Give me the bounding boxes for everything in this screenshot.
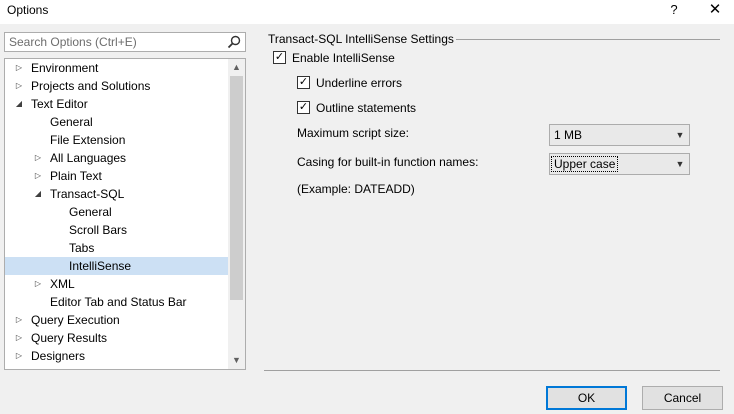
underline-errors-label: Underline errors — [316, 76, 403, 90]
tree-item-designers[interactable]: ▷ Designers — [5, 347, 228, 365]
expand-arrow-icon[interactable]: ▷ — [14, 347, 24, 365]
tree-item-label: Query Results — [31, 331, 108, 345]
title-bar: Options ? ✕ — [0, 0, 734, 24]
tree-item-intellisense[interactable]: IntelliSense — [5, 257, 228, 275]
tree-item-projects-and-solutions[interactable]: ▷ Projects and Solutions — [5, 77, 228, 95]
close-button[interactable]: ✕ — [700, 0, 730, 22]
tree-item-label: Tabs — [69, 241, 95, 255]
expand-arrow-icon[interactable]: ▷ — [33, 275, 43, 293]
tree-item-label: Projects and Solutions — [31, 79, 151, 93]
casing-value: Upper case — [550, 156, 619, 172]
checkbox-check-icon[interactable]: ✓ — [297, 76, 310, 89]
tree-item-general[interactable]: General — [5, 113, 228, 131]
section-title: Transact-SQL IntelliSense Settings — [268, 32, 454, 46]
tree-item-tsql-general[interactable]: General — [5, 203, 228, 221]
expand-arrow-icon[interactable]: ▷ — [14, 329, 24, 347]
tree-item-label: All Languages — [50, 151, 127, 165]
bottom-divider — [264, 370, 720, 371]
tree-item-editor-tab-and-status-bar[interactable]: Editor Tab and Status Bar — [5, 293, 228, 311]
tree-item-label: IntelliSense — [69, 259, 132, 273]
scroll-down-icon[interactable]: ▼ — [228, 352, 245, 369]
tree-item-label: Text Editor — [31, 97, 88, 111]
tree-item-xml[interactable]: ▷ XML — [5, 275, 228, 293]
tree-item-label: XML — [50, 277, 75, 291]
tree-item-label: General — [69, 205, 112, 219]
tree-item-label: File Extension — [50, 133, 126, 147]
ok-button[interactable]: OK — [546, 386, 627, 410]
max-script-size-select[interactable]: 1 MB ▼ — [549, 124, 690, 146]
tree-item-query-execution[interactable]: ▷ Query Execution — [5, 311, 228, 329]
tree-item-label: Scroll Bars — [69, 223, 128, 237]
enable-intellisense-label: Enable IntelliSense — [292, 51, 395, 65]
tree-item-query-results[interactable]: ▷ Query Results — [5, 329, 228, 347]
tree-scrollbar[interactable]: ▲ ▼ — [228, 59, 245, 369]
checkbox-check-icon[interactable]: ✓ — [273, 51, 286, 64]
search-icon[interactable] — [226, 34, 242, 50]
max-script-size-value: 1 MB — [554, 128, 583, 142]
tree-item-transact-sql[interactable]: ◢ Transact-SQL — [5, 185, 228, 203]
tree-item-text-editor[interactable]: ◢ Text Editor — [5, 95, 228, 113]
checkbox-check-icon[interactable]: ✓ — [297, 101, 310, 114]
casing-label: Casing for built-in function names: — [297, 155, 479, 169]
tree-item-label: Plain Text — [50, 169, 102, 183]
chevron-down-icon[interactable]: ▼ — [675, 128, 685, 142]
expand-arrow-icon[interactable]: ▷ — [33, 149, 43, 167]
scroll-up-icon[interactable]: ▲ — [228, 59, 245, 76]
outline-statements-label: Outline statements — [316, 101, 417, 115]
expand-arrow-icon[interactable]: ▷ — [14, 59, 24, 77]
tree-item-label: Environment — [31, 61, 99, 75]
expand-arrow-icon[interactable]: ▷ — [33, 167, 43, 185]
window-title: Options — [7, 3, 49, 17]
max-script-size-label: Maximum script size: — [297, 126, 410, 140]
options-tree[interactable]: ▷ Environment ▷ Projects and Solutions ◢… — [4, 58, 246, 370]
tree-item-all-languages[interactable]: ▷ All Languages — [5, 149, 228, 167]
chevron-down-icon[interactable]: ▼ — [675, 157, 685, 171]
collapse-arrow-icon[interactable]: ◢ — [14, 95, 24, 113]
tree-item-scroll-bars[interactable]: Scroll Bars — [5, 221, 228, 239]
tree-item-label: Query Execution — [31, 313, 120, 327]
cancel-button[interactable]: Cancel — [642, 386, 723, 410]
expand-arrow-icon[interactable]: ▷ — [14, 77, 24, 95]
casing-select[interactable]: Upper case ▼ — [549, 153, 690, 175]
tree-item-label: Editor Tab and Status Bar — [50, 295, 187, 309]
search-placeholder: Search Options (Ctrl+E) — [9, 35, 137, 49]
tree-item-label: General — [50, 115, 93, 129]
help-button[interactable]: ? — [660, 0, 688, 22]
section-divider — [456, 39, 720, 40]
search-input[interactable]: Search Options (Ctrl+E) — [4, 32, 246, 52]
tree-item-file-extension[interactable]: File Extension — [5, 131, 228, 149]
collapse-arrow-icon[interactable]: ◢ — [33, 185, 43, 203]
example-text: (Example: DATEADD) — [297, 182, 415, 196]
tree-item-tabs[interactable]: Tabs — [5, 239, 228, 257]
tree-item-environment[interactable]: ▷ Environment — [5, 59, 228, 77]
tree-item-plain-text[interactable]: ▷ Plain Text — [5, 167, 228, 185]
tree-item-label: Designers — [31, 349, 86, 363]
expand-arrow-icon[interactable]: ▷ — [14, 311, 24, 329]
scrollbar-thumb[interactable] — [230, 76, 243, 300]
tree-item-label: Transact-SQL — [50, 187, 125, 201]
